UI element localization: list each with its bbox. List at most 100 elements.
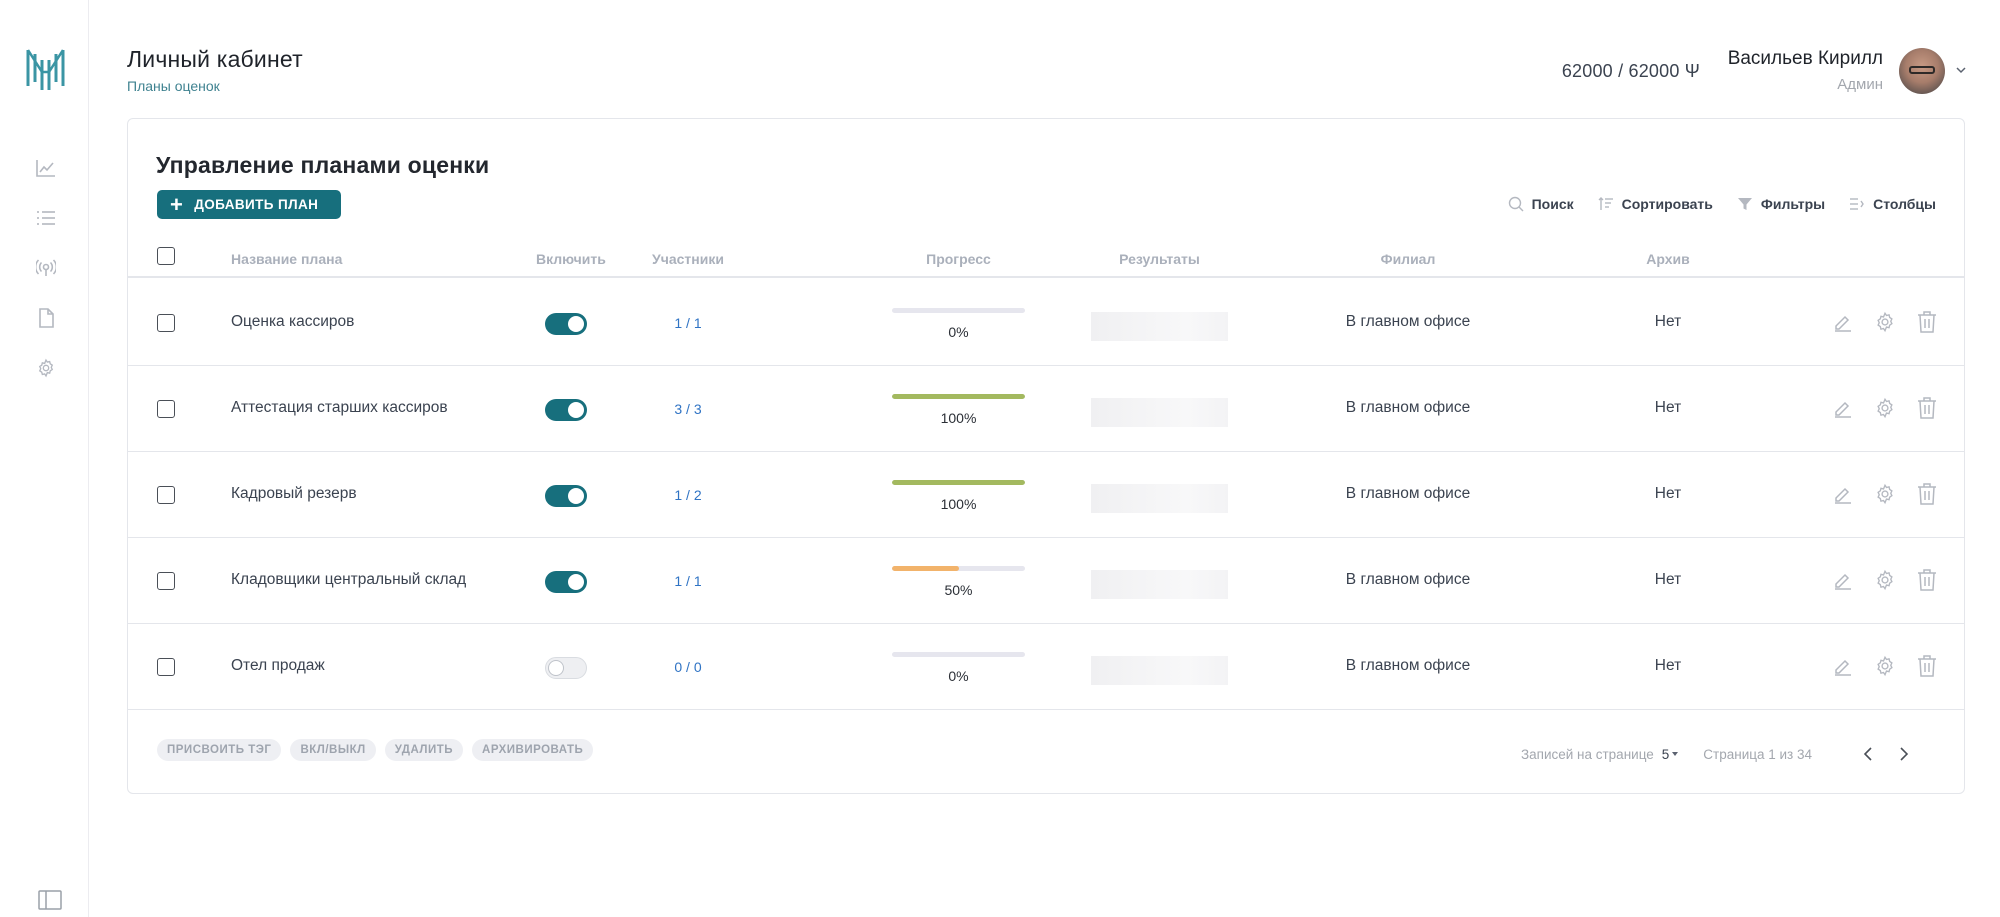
page-info: Страница 1 из 34 [1703, 746, 1812, 762]
plan-name[interactable]: Аттестация старших кассиров [231, 399, 448, 417]
pencil-icon [1835, 573, 1851, 590]
toggle-knob [568, 316, 584, 332]
filters-button[interactable]: Фильтры [1737, 196, 1825, 212]
chevron-down-icon[interactable] [1955, 64, 1967, 76]
results-placeholder [1091, 312, 1228, 341]
plan-name[interactable]: Кладовщики центральный склад [231, 571, 466, 589]
add-plan-button[interactable]: + ДОБАВИТЬ ПЛАН [157, 190, 341, 219]
pencil-icon [1835, 487, 1851, 504]
gear-icon [1877, 569, 1893, 591]
sort-label: Сортировать [1621, 196, 1713, 212]
delete-row-button[interactable] [1915, 396, 1939, 420]
enable-toggle[interactable] [545, 485, 587, 507]
list-icon[interactable] [34, 206, 58, 230]
table-row[interactable]: Кадровый резерв 1 / 2 100% В главном офи… [128, 452, 1964, 538]
progress-label: 50% [944, 582, 973, 598]
enable-toggle[interactable] [545, 313, 587, 335]
row-checkbox[interactable] [157, 572, 175, 590]
per-page-value: 5 [1661, 746, 1670, 762]
prev-page-button[interactable] [1858, 744, 1878, 764]
col-archive-header[interactable]: Архив [1628, 251, 1708, 267]
plan-name[interactable]: Кадровый резерв [231, 485, 357, 503]
assign-tag-button[interactable]: ПРИСВОИТЬ ТЭГ [157, 739, 282, 761]
col-participants-header[interactable]: Участники [628, 251, 748, 267]
col-progress-header[interactable]: Прогресс [892, 251, 1025, 267]
next-page-button[interactable] [1894, 744, 1914, 764]
toggle-knob [568, 574, 584, 590]
toggle-button[interactable]: ВКЛ/ВЫКЛ [290, 739, 376, 761]
gear-icon [1877, 483, 1893, 505]
plus-icon: + [170, 191, 184, 217]
settings-button[interactable] [1873, 310, 1897, 334]
avatar-glasses [1909, 66, 1935, 74]
search-button[interactable]: Поиск [1508, 196, 1574, 212]
document-icon[interactable] [34, 306, 58, 330]
participants-link[interactable]: 1 / 2 [628, 487, 748, 503]
edit-button[interactable] [1831, 482, 1855, 506]
col-results-header[interactable]: Результаты [1091, 251, 1228, 267]
per-page-select[interactable]: 5 [1662, 747, 1680, 762]
broadcast-icon[interactable] [34, 256, 58, 280]
trash-icon [1918, 397, 1936, 419]
branch: В главном офисе [1345, 399, 1471, 416]
row-checkbox[interactable] [157, 486, 175, 504]
gear-icon[interactable] [34, 356, 58, 380]
settings-button[interactable] [1873, 654, 1897, 678]
settings-button[interactable] [1873, 568, 1897, 592]
sidebar-collapse-icon[interactable] [38, 890, 62, 910]
progress-fill [892, 480, 1025, 485]
delete-row-button[interactable] [1915, 654, 1939, 678]
row-checkbox[interactable] [157, 400, 175, 418]
enable-toggle[interactable] [545, 657, 587, 679]
plan-name[interactable]: Оценка кассиров [231, 313, 354, 331]
delete-row-button[interactable] [1915, 310, 1939, 334]
per-page-label: Записей на странице [1520, 746, 1654, 762]
plans-card: Управление планами оценки + ДОБАВИТЬ ПЛА… [127, 118, 1965, 794]
participants-link[interactable]: 1 / 1 [628, 315, 748, 331]
delete-button[interactable]: УДАЛИТЬ [384, 739, 464, 761]
settings-button[interactable] [1873, 482, 1897, 506]
edit-button[interactable] [1831, 310, 1855, 334]
table-row[interactable]: Кладовщики центральный склад 1 / 1 50% В… [128, 538, 1964, 624]
user-name: Васильев Кирилл [1727, 48, 1883, 69]
row-checkbox[interactable] [157, 658, 175, 676]
participants-link[interactable]: 1 / 1 [628, 573, 748, 589]
gear-icon [1877, 655, 1893, 677]
progress-track [892, 394, 1025, 399]
branch: В главном офисе [1345, 313, 1471, 330]
settings-button[interactable] [1873, 396, 1897, 420]
pencil-icon [1835, 401, 1851, 418]
col-name-header[interactable]: Название плана [231, 251, 342, 267]
enable-toggle[interactable] [545, 399, 587, 421]
progress-track [892, 308, 1025, 313]
participants-link[interactable]: 3 / 3 [628, 401, 748, 417]
edit-button[interactable] [1831, 396, 1855, 420]
progress-label: 0% [948, 668, 969, 684]
breadcrumb[interactable]: Планы оценок [127, 78, 220, 94]
edit-button[interactable] [1831, 568, 1855, 592]
table-row[interactable]: Отел продаж 0 / 0 0% В главном офисе Нет [128, 624, 1964, 710]
sort-button[interactable]: Сортировать [1598, 196, 1713, 212]
progress-label: 100% [940, 496, 977, 512]
col-enable-header[interactable]: Включить [536, 251, 606, 267]
participants-link[interactable]: 0 / 0 [628, 659, 748, 675]
table-row[interactable]: Аттестация старших кассиров 3 / 3 100% В… [128, 366, 1964, 452]
columns-button[interactable]: Столбцы [1849, 196, 1936, 212]
delete-row-button[interactable] [1915, 482, 1939, 506]
plan-name[interactable]: Отел продаж [231, 657, 325, 675]
enable-toggle[interactable] [545, 571, 587, 593]
filter-icon [1737, 198, 1752, 210]
table-row[interactable]: Оценка кассиров 1 / 1 0% В главном офисе… [128, 280, 1964, 366]
row-checkbox[interactable] [157, 314, 175, 332]
edit-button[interactable] [1831, 654, 1855, 678]
avatar[interactable] [1899, 48, 1945, 94]
gear-icon [1877, 397, 1893, 419]
results-placeholder [1091, 570, 1228, 599]
col-branch-header[interactable]: Филиал [1308, 251, 1508, 267]
delete-row-button[interactable] [1915, 568, 1939, 592]
toggle-knob [568, 488, 584, 504]
user-role: Админ [1837, 76, 1883, 93]
chart-line-icon[interactable] [34, 156, 58, 180]
select-all-checkbox[interactable] [157, 247, 175, 265]
archive-button[interactable]: АРХИВИРОВАТЬ [472, 739, 594, 761]
